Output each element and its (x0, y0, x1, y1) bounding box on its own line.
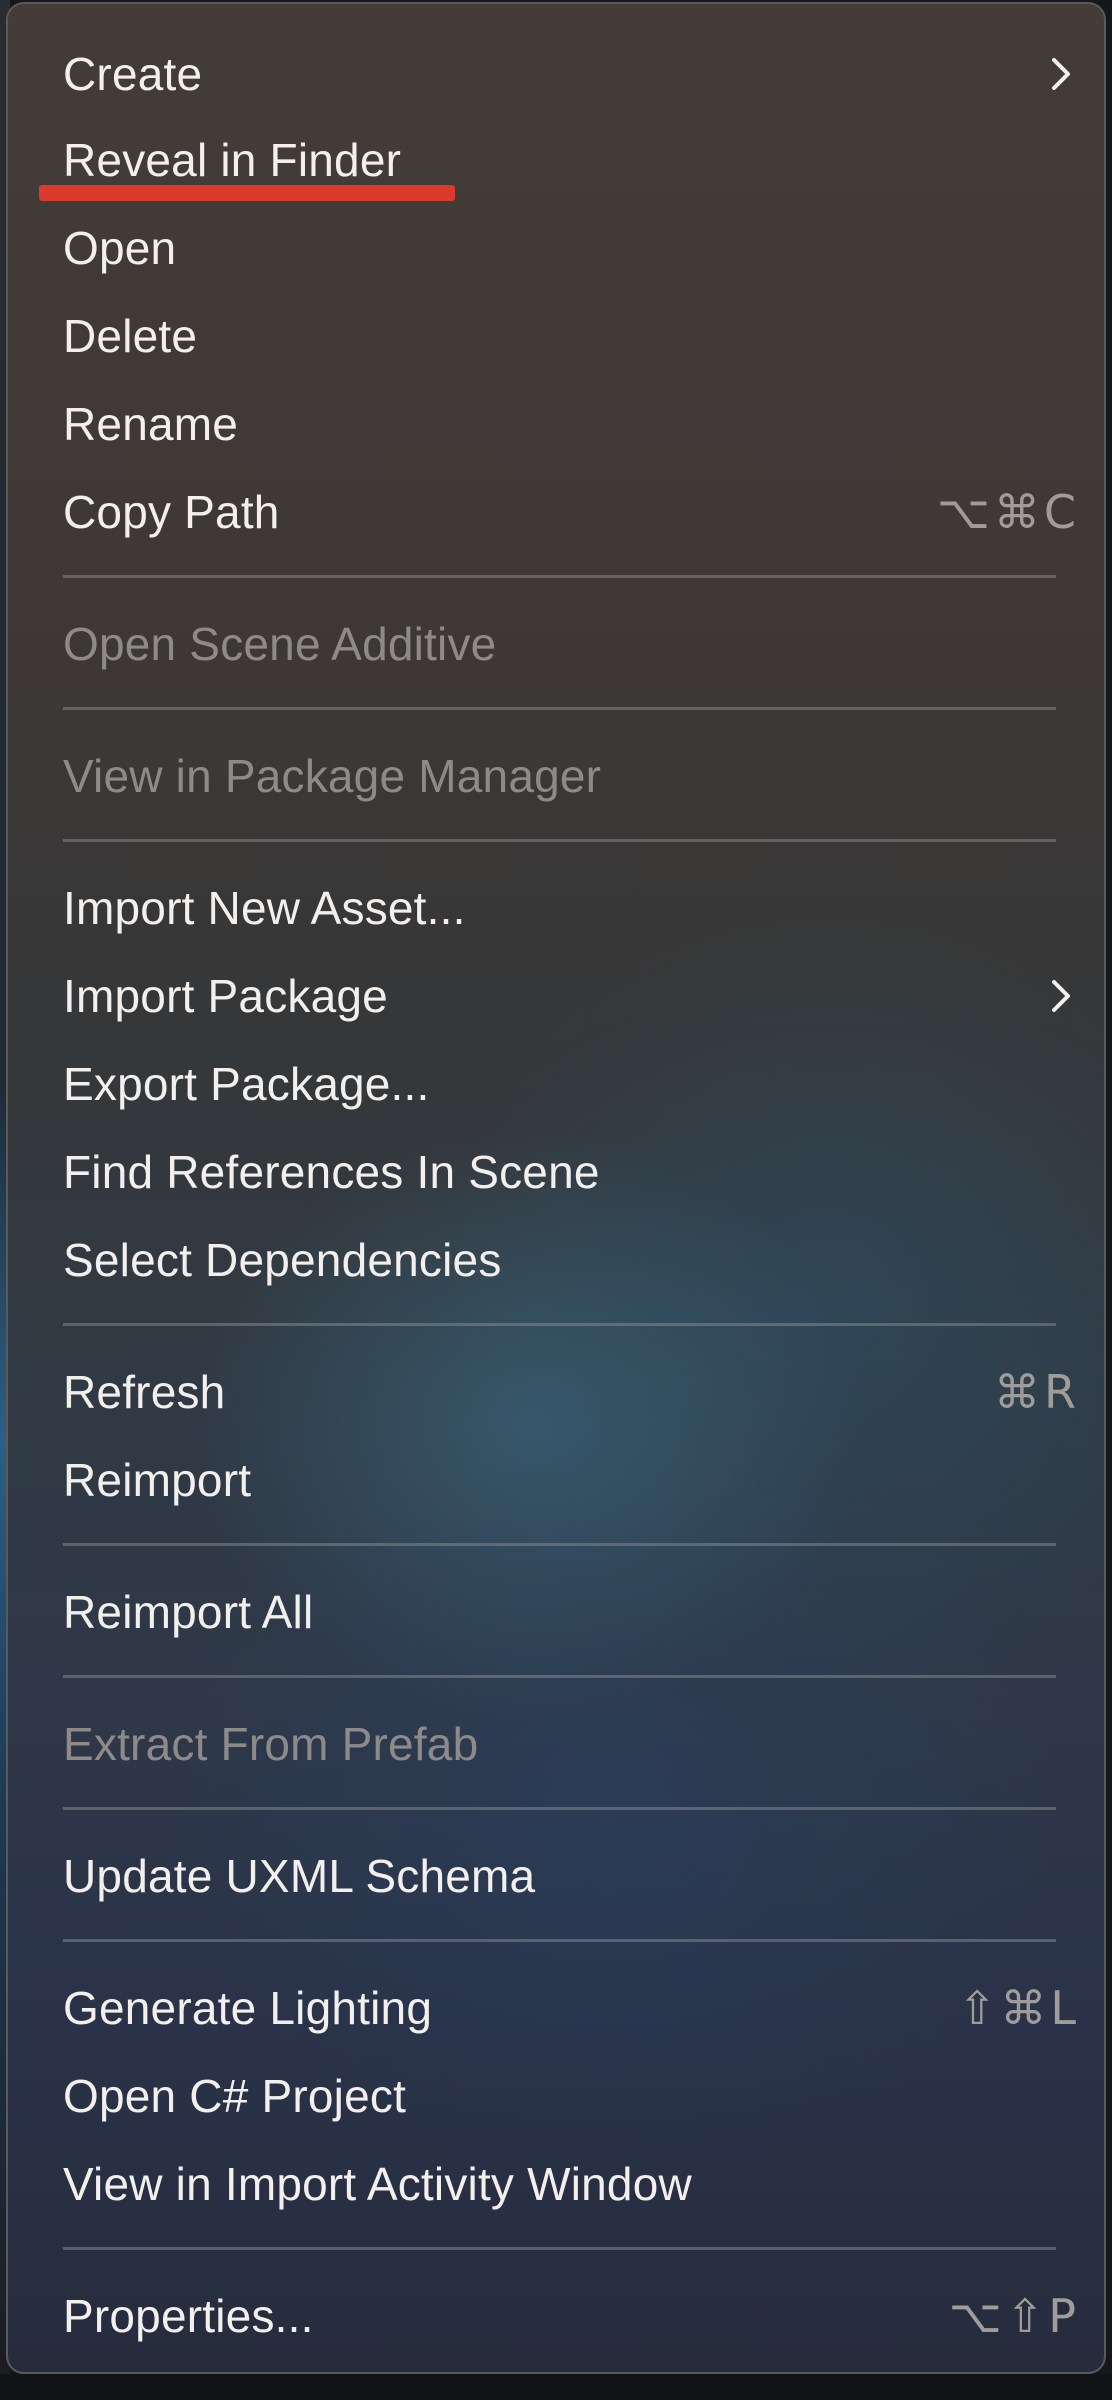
menu-item-label: Generate Lighting (63, 1982, 433, 2034)
menu-separator (63, 707, 1056, 710)
menu-item-import-package[interactable]: Import Package (8, 954, 1104, 1038)
context-menu: Create Reveal in Finder Open Delete Rena… (6, 2, 1106, 2374)
menu-item-label: Create (63, 48, 203, 100)
menu-separator (63, 1807, 1056, 1810)
menu-item-label: Find References In Scene (63, 1146, 600, 1198)
menu-item-create[interactable]: Create (8, 32, 1104, 116)
red-underline-annotation (39, 185, 455, 201)
menu-item-label: Reimport All (63, 1586, 314, 1638)
menu-item-generate-lighting[interactable]: Generate Lighting ⇧⌘L (8, 1966, 1104, 2050)
menu-item-label: Export Package... (63, 1058, 430, 1110)
menu-item-label: Reveal in Finder (63, 134, 402, 186)
menu-item-label: Open Scene Additive (63, 618, 497, 670)
menu-item-label: Reimport (63, 1454, 252, 1506)
menu-separator (63, 1939, 1056, 1942)
menu-item-rename[interactable]: Rename (8, 382, 1104, 466)
shortcut-label: ⌘R (994, 1365, 1080, 1419)
shortcut-label: ⌥⇧P (948, 2289, 1080, 2343)
menu-item-label: Rename (63, 398, 239, 450)
menu-item-view-in-package-manager: View in Package Manager (8, 734, 1104, 818)
menu-item-find-references-in-scene[interactable]: Find References In Scene (8, 1130, 1104, 1214)
menu-item-label: Select Dependencies (63, 1234, 502, 1286)
menu-separator (63, 575, 1056, 578)
menu-item-import-new-asset[interactable]: Import New Asset... (8, 866, 1104, 950)
chevron-right-icon (1052, 980, 1070, 1012)
menu-item-label: Open (63, 222, 177, 274)
menu-item-open-scene-additive: Open Scene Additive (8, 602, 1104, 686)
menu-item-export-package[interactable]: Export Package... (8, 1042, 1104, 1126)
shortcut-label: ⇧⌘L (957, 1981, 1080, 2035)
shortcut-label: ⌥⌘C (936, 485, 1080, 539)
menu-item-label: Import Package (63, 970, 388, 1022)
menu-separator (63, 1323, 1056, 1326)
menu-item-select-dependencies[interactable]: Select Dependencies (8, 1218, 1104, 1302)
background-bottom-edge (0, 2374, 1112, 2400)
menu-item-refresh[interactable]: Refresh ⌘R (8, 1350, 1104, 1434)
menu-item-label: Update UXML Schema (63, 1850, 536, 1902)
menu-item-label: Delete (63, 310, 198, 362)
menu-item-reimport-all[interactable]: Reimport All (8, 1570, 1104, 1654)
menu-item-label: View in Package Manager (63, 750, 602, 802)
screen: Create Reveal in Finder Open Delete Rena… (0, 0, 1112, 2400)
menu-separator (63, 839, 1056, 842)
chevron-right-icon (1052, 58, 1070, 90)
menu-item-label: Properties... (63, 2290, 314, 2342)
menu-item-delete[interactable]: Delete (8, 294, 1104, 378)
menu-item-reimport[interactable]: Reimport (8, 1438, 1104, 1522)
menu-item-label: Extract From Prefab (63, 1718, 479, 1770)
menu-separator (63, 1543, 1056, 1546)
menu-item-update-uxml-schema[interactable]: Update UXML Schema (8, 1834, 1104, 1918)
menu-item-label: Open C# Project (63, 2070, 407, 2122)
menu-separator (63, 1675, 1056, 1678)
menu-item-view-in-import-activity-window[interactable]: View in Import Activity Window (8, 2142, 1104, 2226)
menu-item-extract-from-prefab: Extract From Prefab (8, 1702, 1104, 1786)
menu-item-open[interactable]: Open (8, 206, 1104, 290)
menu-item-open-csharp-project[interactable]: Open C# Project (8, 2054, 1104, 2138)
menu-item-label: Import New Asset... (63, 882, 466, 934)
menu-separator (63, 2247, 1056, 2250)
menu-item-properties[interactable]: Properties... ⌥⇧P (8, 2274, 1104, 2358)
menu-item-label: Refresh (63, 1366, 226, 1418)
menu-item-label: Copy Path (63, 486, 280, 538)
menu-item-label: View in Import Activity Window (63, 2158, 692, 2210)
menu-item-copy-path[interactable]: Copy Path ⌥⌘C (8, 470, 1104, 554)
